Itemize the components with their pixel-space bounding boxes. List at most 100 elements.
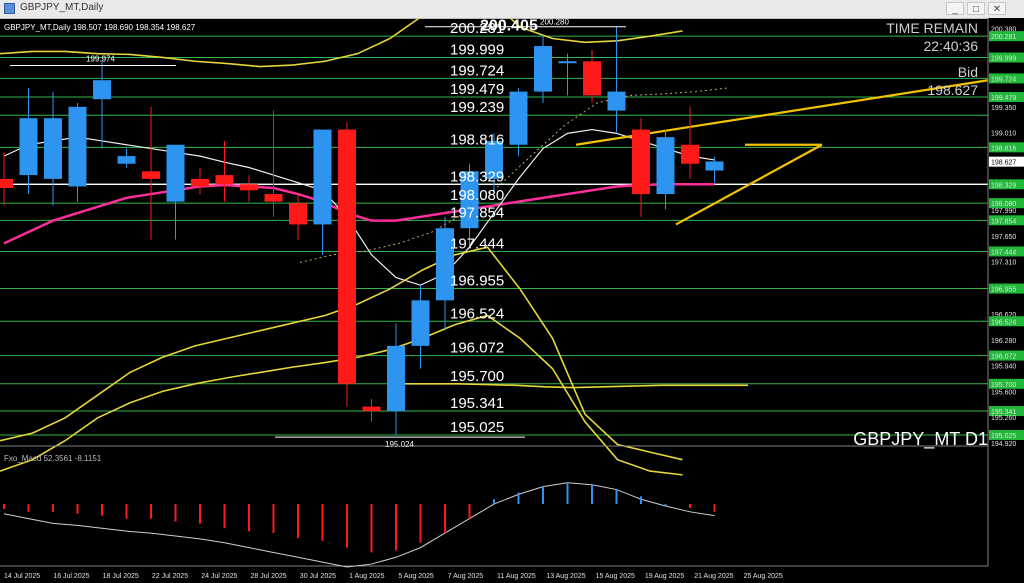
window-title: GBPJPY_MT,Daily — [20, 2, 104, 13]
macd-bar — [566, 482, 569, 505]
candle-body — [705, 161, 724, 171]
candle-body — [166, 144, 185, 202]
macd-bar — [444, 504, 446, 534]
macd-bar — [395, 504, 397, 551]
title-bar: GBPJPY_MT,Daily _ □ ✕ — [0, 0, 1024, 19]
macd-bar — [370, 504, 373, 553]
maximize-button[interactable]: □ — [967, 2, 985, 15]
macd-bar — [419, 504, 422, 543]
level-label: 195.341 — [450, 395, 504, 412]
macd-bar — [174, 504, 177, 522]
price-tick: 198.627 — [991, 160, 1016, 167]
candle-body — [215, 175, 234, 185]
candle-body — [117, 156, 136, 164]
macd-bar — [321, 504, 324, 541]
low-label: 195.024 — [385, 440, 414, 449]
date-tick: 5 Aug 2025 — [398, 573, 434, 580]
price-chart[interactable]: 200.281199.999199.724199.479199.239198.8… — [0, 18, 1024, 583]
candle-body — [362, 406, 381, 412]
candle-body — [387, 345, 405, 412]
candle-body — [509, 91, 528, 145]
level-label: 197.854 — [450, 204, 504, 221]
symbol-watermark: GBPJPY_MT D1 — [853, 429, 988, 450]
candle-body — [0, 178, 13, 188]
date-tick: 7 Aug 2025 — [448, 573, 484, 580]
price-tick: 199.350 — [991, 105, 1016, 112]
swing-high-label: 199.974 — [86, 54, 115, 63]
date-tick: 28 Jul 2025 — [251, 573, 287, 580]
bid-value: 198.627 — [927, 82, 978, 98]
time-remain-value: 22:40:36 — [924, 38, 979, 54]
macd-bar — [640, 496, 642, 505]
indicator-label: Fxo_Macd 52.3561 -8.1151 — [4, 454, 102, 463]
macd-bar — [297, 504, 299, 538]
macd-bar — [52, 504, 54, 512]
date-tick: 13 Aug 2025 — [546, 573, 585, 580]
price-tick: 196.280 — [991, 338, 1016, 345]
macd-bar — [517, 492, 520, 505]
level-label: 196.524 — [450, 305, 504, 322]
date-tick: 18 Jul 2025 — [103, 573, 139, 580]
price-tick: 196.072 — [991, 354, 1016, 361]
candle-body — [558, 61, 577, 64]
date-tick: 30 Jul 2025 — [300, 573, 336, 580]
level-label: 195.025 — [450, 419, 504, 436]
candle-body — [681, 144, 699, 164]
macd-bar — [199, 504, 201, 524]
candle-body — [68, 106, 87, 187]
candle-body — [19, 118, 38, 176]
macd-bar — [101, 504, 103, 516]
time-remain-label: TIME REMAIN — [886, 20, 978, 36]
date-tick: 19 Aug 2025 — [645, 573, 684, 580]
price-tick: 197.854 — [991, 218, 1016, 225]
price-tick: 197.310 — [991, 260, 1016, 267]
chart-header: GBPJPY_MT,Daily 198.507 198.690 198.354 … — [4, 23, 196, 32]
macd-bar — [150, 504, 152, 519]
level-label: 198.816 — [450, 131, 504, 148]
macd-bar — [542, 486, 544, 505]
candle-body — [142, 171, 160, 179]
macd-bar — [76, 504, 79, 514]
date-tick: 14 Jul 2025 — [4, 573, 40, 580]
close-button[interactable]: ✕ — [988, 2, 1006, 15]
macd-bar — [27, 504, 30, 512]
price-tick: 197.650 — [991, 234, 1016, 241]
price-tick: 196.524 — [991, 319, 1016, 326]
level-label: 198.080 — [450, 187, 504, 204]
date-tick: 11 Aug 2025 — [497, 573, 536, 580]
candle-body — [191, 178, 209, 187]
candle-body — [313, 129, 332, 225]
price-tick: 195.600 — [991, 389, 1016, 396]
macd-bar — [125, 504, 128, 519]
price-tick: 196.955 — [991, 287, 1016, 294]
price-tick: 199.724 — [991, 76, 1016, 83]
macd-bar — [591, 484, 593, 505]
candle-body — [93, 80, 111, 100]
bid-label: Bid — [958, 64, 978, 80]
price-axis — [988, 18, 1024, 583]
price-tick: 197.990 — [991, 208, 1016, 215]
candle-body — [583, 61, 601, 96]
candle-body — [632, 129, 650, 195]
date-tick: 21 Aug 2025 — [694, 573, 733, 580]
date-tick: 22 Jul 2025 — [152, 573, 188, 580]
macd-bar — [346, 504, 348, 548]
date-tick: 16 Jul 2025 — [53, 573, 89, 580]
price-tick: 198.329 — [991, 182, 1016, 189]
ma-fast-line — [3, 128, 715, 286]
date-tick: 25 Aug 2025 — [744, 573, 783, 580]
macd-line — [3, 482, 715, 568]
price-tick: 199.010 — [991, 131, 1016, 138]
macd-bar — [713, 504, 716, 512]
macd-bar — [689, 504, 691, 508]
level-label: 195.700 — [450, 368, 504, 385]
price-tick: 195.025 — [991, 433, 1016, 440]
candle-body — [607, 91, 626, 111]
price-tick: 195.700 — [991, 382, 1016, 389]
candle-body — [264, 194, 283, 202]
macd-bar — [3, 504, 5, 509]
minimize-button[interactable]: _ — [946, 2, 964, 15]
candle-body — [44, 118, 62, 179]
level-label: 199.479 — [450, 81, 504, 98]
candle-body — [656, 137, 675, 195]
